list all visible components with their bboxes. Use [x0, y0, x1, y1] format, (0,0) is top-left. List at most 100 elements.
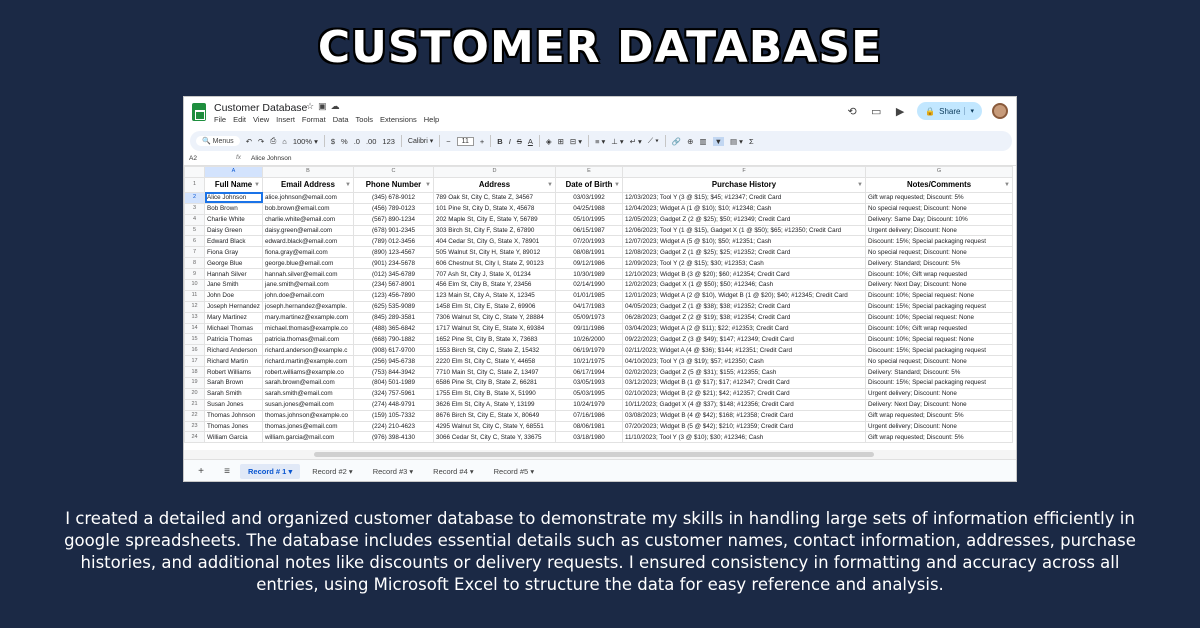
column-letter-d[interactable]: D — [433, 166, 556, 178]
filter-dropdown-icon[interactable]: ▼ — [857, 181, 863, 190]
table-cell[interactable]: (456) 789-0123 — [353, 202, 434, 215]
table-cell[interactable]: Robert Williams — [204, 366, 263, 379]
move-folder-icon[interactable]: ▣ — [318, 101, 331, 111]
table-cell[interactable]: 06/17/1994 — [555, 366, 623, 379]
table-cell[interactable]: 456 Elm St, City B, State Y, 23456 — [433, 279, 556, 291]
table-cell[interactable]: 3626 Elm St, City A, State Y, 13199 — [433, 398, 556, 411]
table-cell[interactable]: 05/10/1995 — [555, 213, 623, 226]
avatar[interactable] — [992, 103, 1008, 119]
column-letter-e[interactable]: E — [555, 166, 623, 178]
row-number[interactable]: 24 — [184, 431, 205, 444]
row-number[interactable]: 20 — [184, 387, 205, 400]
column-header-cell[interactable]: Address ▼ — [433, 176, 556, 193]
table-cell[interactable]: 07/20/1993 — [555, 235, 623, 248]
font-size-input[interactable]: 11 — [456, 136, 474, 146]
column-letter-a[interactable]: A — [204, 166, 263, 178]
row-number[interactable]: 15 — [184, 333, 205, 346]
table-cell[interactable]: No special request; Discount: None — [865, 246, 1013, 259]
table-cell[interactable]: 404 Cedar St, City G, State X, 78901 — [433, 235, 556, 248]
table-cell[interactable]: 303 Birch St, City F, State Z, 67890 — [433, 224, 556, 237]
font-select[interactable]: Calibri ▾ — [408, 137, 433, 145]
table-cell[interactable]: (324) 757-5961 — [353, 387, 434, 400]
row-number[interactable]: 4 — [184, 213, 205, 226]
table-cell[interactable]: (159) 105-7332 — [353, 409, 434, 422]
table-cell[interactable]: 10/11/2023; Gadget X (4 @ $37); $148; #1… — [622, 398, 866, 411]
row-number[interactable]: 21 — [184, 398, 205, 411]
decrease-decimal-button[interactable]: .0 — [354, 137, 360, 146]
sheet-tab-menu-icon[interactable]: ▾ — [468, 467, 474, 476]
table-cell[interactable]: 1553 Birch St, City C, State Z, 15432 — [433, 344, 556, 357]
table-cell[interactable]: 03/18/1980 — [555, 431, 623, 444]
filter-views-icon[interactable]: ▤ ▾ — [730, 137, 743, 146]
column-letter-g[interactable]: G — [865, 166, 1013, 178]
strikethrough-icon[interactable]: S — [517, 137, 522, 146]
column-header-cell[interactable]: Full Name ▼ — [204, 176, 263, 193]
table-cell[interactable]: Thomas Jones — [204, 420, 263, 433]
borders-icon[interactable]: ⊞ — [558, 137, 564, 146]
insert-link-icon[interactable]: 🔗 — [672, 137, 681, 146]
vertical-align-icon[interactable]: ⊥ ▾ — [611, 137, 623, 146]
table-cell[interactable]: Discount: 10%; Gift wrap requested — [865, 268, 1013, 281]
table-cell[interactable]: (789) 012-3456 — [353, 235, 434, 248]
table-cell[interactable]: 707 Ash St, City J, State X, 01234 — [433, 268, 556, 281]
row-number[interactable]: 9 — [184, 268, 205, 281]
table-cell[interactable]: 12/08/2023; Gadget Z (1 @ $25); $25; #12… — [622, 246, 866, 259]
table-cell[interactable]: Sarah Smith — [204, 387, 263, 400]
table-cell[interactable]: Discount: 15%; Special packaging request — [865, 300, 1013, 313]
sheet-tab[interactable]: Record #3 ▾ — [365, 464, 421, 479]
table-cell[interactable]: (234) 567-8901 — [353, 279, 434, 291]
menu-item-view[interactable]: View — [253, 115, 269, 124]
table-cell[interactable]: 05/03/1995 — [555, 387, 623, 400]
sheet-tab[interactable]: Record # 1 ▾ — [240, 464, 301, 479]
table-cell[interactable]: 07/16/1986 — [555, 409, 623, 422]
table-cell[interactable]: mary.martinez@example.com — [262, 311, 354, 324]
table-cell[interactable]: 10/26/2000 — [555, 333, 623, 346]
table-cell[interactable]: 10/30/1989 — [555, 268, 623, 281]
table-cell[interactable]: 4295 Walnut St, City C, State Y, 68551 — [433, 420, 556, 433]
table-cell[interactable]: Susan Jones — [204, 398, 263, 411]
table-cell[interactable]: (753) 844-3942 — [353, 366, 434, 379]
table-cell[interactable]: sarah.brown@email.com — [262, 377, 354, 389]
table-cell[interactable]: 02/10/2023; Widget B (2 @ $21); $42; #12… — [622, 387, 866, 400]
table-cell[interactable]: 7306 Walnut St, City C, State Y, 28884 — [433, 311, 556, 324]
table-cell[interactable]: 04/05/2023; Gadget Z (1 @ $38); $38; #12… — [622, 300, 866, 313]
all-sheets-icon[interactable]: ≡ — [218, 466, 236, 477]
table-cell[interactable]: Sarah Brown — [204, 377, 263, 389]
table-cell[interactable]: (625) 535-9089 — [353, 300, 434, 313]
table-cell[interactable]: 7710 Main St, City C, State Z, 13497 — [433, 366, 556, 379]
table-cell[interactable]: Discount: 10%; Special request: None — [865, 333, 1013, 346]
text-rotate-icon[interactable]: ⟋ ▾ — [648, 136, 659, 146]
row-number[interactable]: 14 — [184, 322, 205, 335]
sheet-tab[interactable]: Record #5 ▾ — [486, 464, 542, 479]
table-cell[interactable]: (908) 617-9700 — [353, 344, 434, 357]
table-cell[interactable]: 02/11/2023; Widget A (4 @ $36); $144; #1… — [622, 344, 866, 357]
menu-item-format[interactable]: Format — [302, 115, 326, 124]
table-cell[interactable]: fiona.gray@email.com — [262, 246, 354, 259]
print-icon[interactable]: ⎙ — [270, 136, 276, 146]
table-cell[interactable]: Urgent delivery; Discount: None — [865, 420, 1013, 433]
table-cell[interactable]: 03/05/1993 — [555, 377, 623, 389]
table-cell[interactable]: (845) 289-3581 — [353, 311, 434, 324]
table-cell[interactable]: (804) 501-1989 — [353, 377, 434, 389]
table-cell[interactable]: (345) 678-9012 — [353, 191, 434, 204]
table-cell[interactable]: William Garcia — [204, 431, 263, 444]
name-box[interactable]: A2 — [189, 155, 197, 162]
table-cell[interactable]: Discount: 10%; Gift wrap requested — [865, 322, 1013, 335]
row-number[interactable]: 18 — [184, 366, 205, 379]
table-cell[interactable]: 123 Main St, City A, State X, 12345 — [433, 289, 556, 302]
column-header-cell[interactable]: Email Address ▼ — [262, 176, 354, 193]
row-number[interactable]: 6 — [184, 235, 205, 248]
table-cell[interactable]: 202 Maple St, City E, State Y, 56789 — [433, 213, 556, 226]
comment-icon[interactable]: ▭ — [869, 105, 883, 118]
table-cell[interactable]: (668) 790-1882 — [353, 333, 434, 346]
table-cell[interactable]: (224) 210-4623 — [353, 420, 434, 433]
table-cell[interactable]: 12/07/2023; Widget A (5 @ $10); $50; #12… — [622, 235, 866, 248]
table-cell[interactable]: 12/01/2023; Widget A (2 @ $10), Widget B… — [622, 289, 866, 302]
table-cell[interactable]: 789 Oak St, City C, State Z, 34567 — [433, 191, 556, 204]
row-number[interactable]: 12 — [184, 300, 205, 313]
table-cell[interactable]: Discount: 15%; Special packaging request — [865, 344, 1013, 357]
table-cell[interactable]: 6586 Pine St, City B, State Z, 66281 — [433, 377, 556, 389]
sheet-tab-menu-icon[interactable]: ▾ — [407, 467, 413, 476]
table-cell[interactable]: (012) 345-6789 — [353, 268, 434, 281]
font-size-increase-button[interactable]: + — [480, 137, 484, 146]
